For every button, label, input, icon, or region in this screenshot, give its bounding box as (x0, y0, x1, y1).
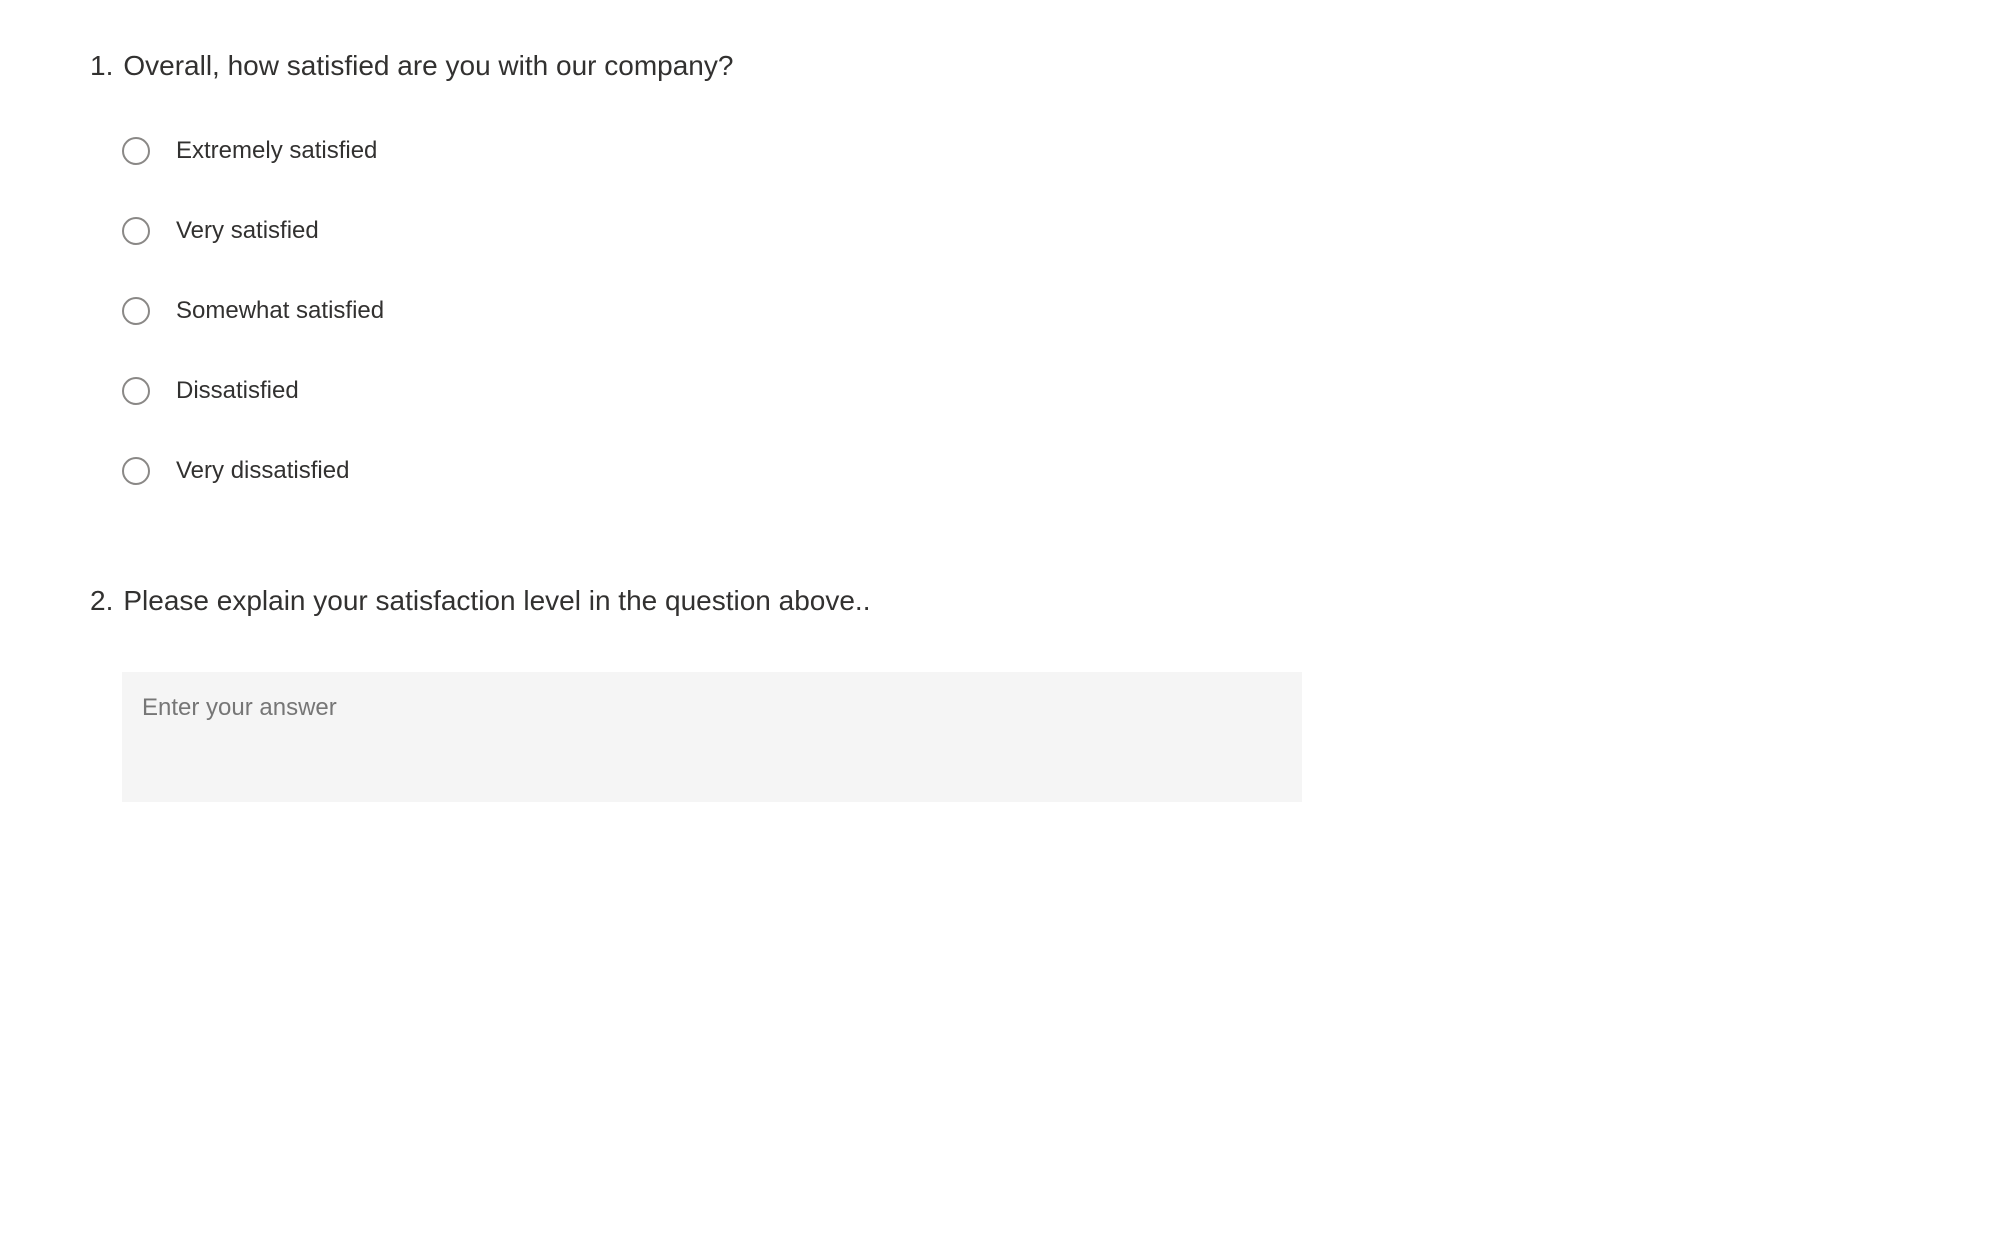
option-label: Very dissatisfied (176, 457, 349, 485)
question-text: Please explain your satisfaction level i… (123, 585, 870, 617)
question-1: 1. Overall, how satisfied are you with o… (90, 50, 1909, 485)
answer-input[interactable] (122, 672, 1302, 802)
option-very-dissatisfied[interactable]: Very dissatisfied (122, 457, 1909, 485)
option-label: Dissatisfied (176, 377, 299, 405)
option-label: Somewhat satisfied (176, 297, 384, 325)
question-header: 1. Overall, how satisfied are you with o… (90, 50, 1909, 82)
option-label: Extremely satisfied (176, 137, 377, 165)
question-2: 2. Please explain your satisfaction leve… (90, 585, 1909, 807)
option-somewhat-satisfied[interactable]: Somewhat satisfied (122, 297, 1909, 325)
radio-icon (122, 457, 150, 485)
question-text: Overall, how satisfied are you with our … (123, 50, 733, 82)
radio-icon (122, 217, 150, 245)
options-list: Extremely satisfied Very satisfied Somew… (122, 137, 1909, 485)
option-extremely-satisfied[interactable]: Extremely satisfied (122, 137, 1909, 165)
question-number: 1. (90, 50, 113, 82)
option-very-satisfied[interactable]: Very satisfied (122, 217, 1909, 245)
option-dissatisfied[interactable]: Dissatisfied (122, 377, 1909, 405)
radio-icon (122, 377, 150, 405)
text-input-wrapper (122, 672, 1909, 807)
question-header: 2. Please explain your satisfaction leve… (90, 585, 1909, 617)
radio-icon (122, 297, 150, 325)
radio-icon (122, 137, 150, 165)
option-label: Very satisfied (176, 217, 319, 245)
question-number: 2. (90, 585, 113, 617)
